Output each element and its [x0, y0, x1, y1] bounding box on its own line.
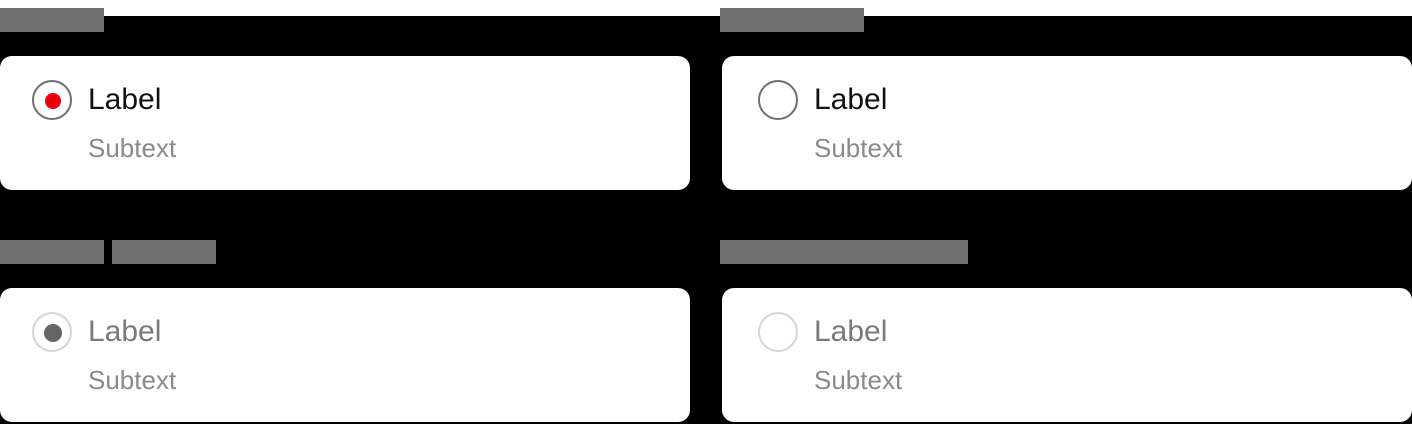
radio-card-disabled-selected: Label Subtext	[0, 288, 690, 422]
radio-card-disabled-unselected: Label Subtext	[722, 288, 1412, 422]
radio-label: Label	[88, 83, 162, 116]
radio-label: Label	[814, 83, 888, 116]
state-tag-selected	[0, 8, 104, 32]
radio-card-selected[interactable]: Label Subtext	[0, 56, 690, 190]
radio-unselected-icon[interactable]	[758, 80, 798, 120]
radio-dot	[44, 324, 62, 342]
state-tag-disabled-selected-part-1	[0, 240, 104, 264]
radio-label: Label	[88, 315, 162, 348]
radio-label: Label	[814, 315, 888, 348]
radio-dot	[45, 93, 61, 109]
radio-selected-icon[interactable]	[32, 80, 72, 120]
radio-card-unselected[interactable]: Label Subtext	[722, 56, 1412, 190]
state-tag-unselected	[720, 8, 864, 32]
radio-disabled-selected-icon	[32, 312, 72, 352]
radio-subtext: Subtext	[88, 133, 177, 163]
radio-subtext: Subtext	[814, 133, 903, 163]
top-bar	[0, 0, 1412, 16]
radio-subtext: Subtext	[814, 365, 903, 395]
state-tag-disabled-selected-part-2	[112, 240, 216, 264]
radio-subtext: Subtext	[88, 365, 177, 395]
radio-disabled-unselected-icon	[758, 312, 798, 352]
state-tag-disabled-unselected	[720, 240, 968, 264]
